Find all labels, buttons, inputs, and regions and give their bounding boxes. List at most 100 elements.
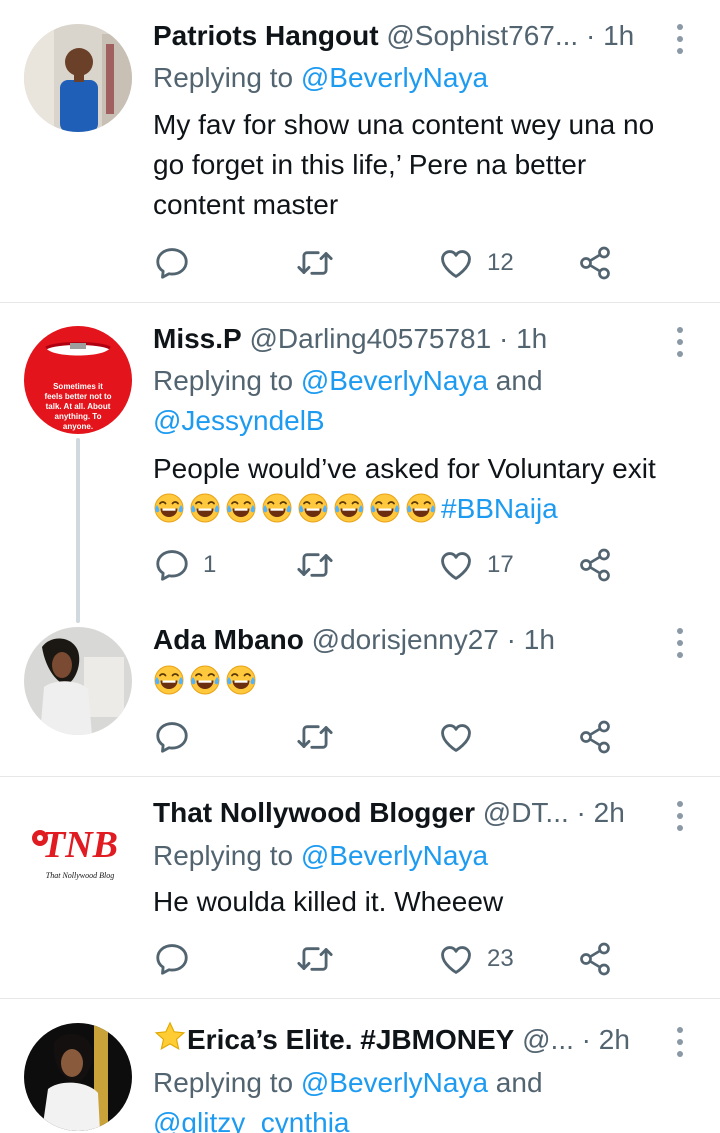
more-icon[interactable]	[668, 325, 692, 359]
reply-button[interactable]: 1	[153, 545, 216, 585]
like-button[interactable]: 17	[437, 545, 514, 585]
retweet-icon	[296, 940, 334, 978]
separator-dot: ·	[576, 797, 586, 828]
tweet-header: Ada Mbano @dorisjenny27 · 1h	[153, 620, 660, 660]
user-handle[interactable]: @dorisjenny27	[312, 624, 499, 655]
more-icon[interactable]	[668, 626, 692, 660]
thread-line	[76, 438, 80, 623]
tweet-actions: 1 17	[153, 545, 633, 585]
more-icon[interactable]	[668, 1025, 692, 1059]
laughing-emoji	[333, 492, 365, 524]
heart-icon	[437, 718, 475, 756]
mention-link[interactable]: @glitzy_cynthia	[153, 1107, 350, 1133]
tweet-actions: 12	[153, 243, 633, 283]
reply-count: 1	[203, 551, 217, 578]
display-name[interactable]: That Nollywood Blogger	[153, 797, 475, 828]
retweet-button[interactable]	[296, 545, 346, 585]
emoji-group	[153, 665, 261, 696]
avatar-caption: Sometimes it feels better not to talk. A…	[44, 382, 112, 431]
user-handle[interactable]: @...	[522, 1024, 574, 1055]
avatar-logo-text: TNB	[42, 824, 118, 866]
replying-to-second: @glitzy_cynthia	[153, 1103, 350, 1133]
tweet-4[interactable]: TNB That Nollywood Blog That Nollywood B…	[0, 777, 720, 998]
tweet-2[interactable]: Sometimes it feels better not to talk. A…	[0, 303, 720, 623]
share-icon	[577, 941, 613, 977]
share-button[interactable]	[577, 243, 613, 283]
share-icon	[577, 245, 613, 281]
star-icon	[153, 1020, 187, 1054]
mention-link[interactable]: @BeverlyNaya	[301, 1067, 488, 1098]
more-icon[interactable]	[668, 22, 692, 56]
reply-button[interactable]	[153, 717, 203, 757]
retweet-icon	[296, 244, 334, 282]
share-button[interactable]	[577, 717, 613, 757]
like-button[interactable]	[437, 717, 487, 757]
heart-icon	[437, 940, 475, 978]
retweet-icon	[296, 718, 334, 756]
avatar[interactable]	[24, 1023, 132, 1131]
mention-link[interactable]: @BeverlyNaya	[301, 840, 488, 871]
heart-icon	[437, 546, 475, 584]
laughing-emoji	[189, 664, 221, 696]
user-handle[interactable]: @DT...	[483, 797, 569, 828]
user-handle[interactable]: @Sophist767...	[386, 20, 578, 51]
reply-button[interactable]	[153, 939, 203, 979]
laughing-emoji	[261, 492, 293, 524]
laughing-emoji	[225, 664, 257, 696]
tweet-text	[153, 661, 683, 701]
tweet-3[interactable]: Ada Mbano @dorisjenny27 · 1h	[0, 615, 720, 776]
mention-link[interactable]: @BeverlyNaya	[301, 62, 488, 93]
display-name[interactable]: Miss.P	[153, 323, 242, 354]
tweet-text: He woulda killed it. Wheeew	[153, 886, 504, 917]
replying-to-and: and	[488, 1067, 543, 1098]
display-name[interactable]: Ada Mbano	[153, 624, 304, 655]
replying-to-prefix: Replying to	[153, 1067, 301, 1098]
retweet-button[interactable]	[296, 717, 346, 757]
user-handle[interactable]: @Darling40575781	[249, 323, 491, 354]
tweet-header: Patriots Hangout @Sophist767... · 1h	[153, 16, 660, 56]
like-count: 23	[487, 945, 514, 972]
avatar[interactable]	[24, 627, 132, 735]
timestamp[interactable]: 2h	[599, 1024, 630, 1055]
replying-to-prefix: Replying to	[153, 365, 301, 396]
avatar[interactable]	[24, 24, 132, 132]
more-icon[interactable]	[668, 799, 692, 833]
laughing-emoji	[153, 664, 185, 696]
tweet-1[interactable]: Patriots Hangout @Sophist767... · 1h Rep…	[0, 0, 720, 302]
laughing-emoji	[189, 492, 221, 524]
separator-dot: ·	[506, 624, 516, 655]
like-count: 17	[487, 551, 514, 578]
reply-button[interactable]	[153, 243, 203, 283]
laughing-emoji	[405, 492, 437, 524]
reply-icon	[153, 244, 191, 282]
like-button[interactable]: 23	[437, 939, 514, 979]
timestamp[interactable]: 1h	[524, 624, 555, 655]
avatar-logo-caption: That Nollywood Blog	[45, 871, 115, 880]
retweet-button[interactable]	[296, 243, 346, 283]
retweet-button[interactable]	[296, 939, 346, 979]
share-icon	[577, 719, 613, 755]
timestamp[interactable]: 1h	[603, 20, 634, 51]
laughing-emoji	[153, 492, 185, 524]
laughing-emoji	[225, 492, 257, 524]
like-button[interactable]: 12	[437, 243, 514, 283]
tweet-header: Erica’s Elite. #JBMONEY @... · 2h	[153, 1020, 660, 1060]
replying-to-prefix: Replying to	[153, 62, 301, 93]
display-name[interactable]: Patriots Hangout	[153, 20, 379, 51]
tweet-5[interactable]: Erica’s Elite. #JBMONEY @... · 2h Replyi…	[0, 999, 720, 1133]
share-button[interactable]	[577, 545, 613, 585]
timestamp[interactable]: 2h	[594, 797, 625, 828]
mention-link[interactable]: @BeverlyNaya	[301, 365, 488, 396]
laughing-emoji	[369, 492, 401, 524]
hashtag-link[interactable]: #BBNaija	[441, 493, 558, 524]
laughing-emoji	[297, 492, 329, 524]
mention-link[interactable]: @JessyndelB	[153, 405, 325, 436]
tweet-text: People would’ve asked for Voluntary exit…	[153, 449, 683, 529]
display-name[interactable]: Erica’s Elite. #JBMONEY	[187, 1024, 514, 1055]
replying-to: Replying to @BeverlyNaya	[153, 58, 488, 98]
share-button[interactable]	[577, 939, 613, 979]
share-icon	[577, 547, 613, 583]
tweet-header: That Nollywood Blogger @DT... · 2h	[153, 793, 660, 833]
timestamp[interactable]: 1h	[516, 323, 547, 354]
heart-icon	[437, 244, 475, 282]
